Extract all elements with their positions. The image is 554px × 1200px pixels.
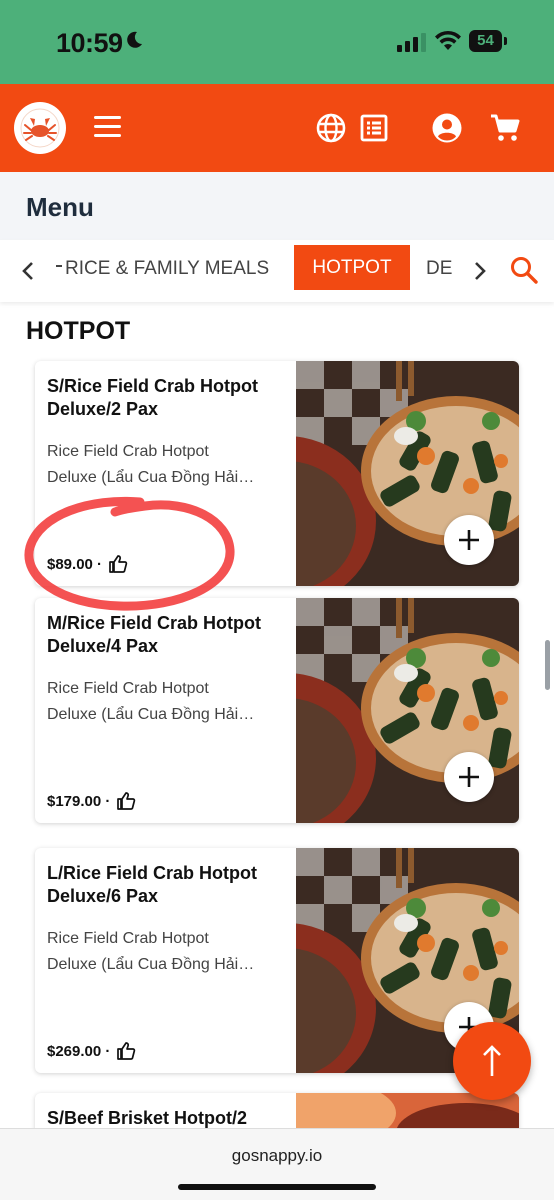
item-description-line: Deluxe (Lẩu Cua Đồng Hải… xyxy=(47,469,255,486)
wifi-icon xyxy=(435,30,461,50)
crab-logo-icon[interactable] xyxy=(14,102,66,154)
signal-icon xyxy=(397,33,426,52)
thumbs-up-icon[interactable] xyxy=(108,554,128,574)
add-to-cart-button[interactable] xyxy=(444,752,494,802)
category-tabs: RICE & FAMILY MEALS HOTPOT DE xyxy=(0,240,554,302)
plus-icon xyxy=(459,530,479,550)
item-description-line: Rice Field Crab Hotpot xyxy=(47,443,209,460)
item-name: S/Beef Brisket Hotpot/2 xyxy=(47,1108,248,1128)
url-text[interactable]: gosnappy.io xyxy=(0,1146,554,1166)
battery-indicator: 54 xyxy=(469,30,509,52)
item-description: Rice Field Crab Hotpot Deluxe (Lẩu Cua Đ… xyxy=(47,676,287,728)
globe-icon[interactable] xyxy=(315,112,347,144)
moon-icon xyxy=(127,31,142,48)
item-description: Rice Field Crab Hotpot Deluxe (Lẩu Cua Đ… xyxy=(47,926,287,978)
item-description-line: Deluxe (Lẩu Cua Đồng Hải… xyxy=(47,706,255,723)
shopping-cart-icon[interactable] xyxy=(489,112,521,144)
scroll-to-top-button[interactable] xyxy=(453,1022,531,1100)
battery-cap xyxy=(504,37,507,45)
item-description-line: Rice Field Crab Hotpot xyxy=(47,680,209,697)
item-price: $89.00 · xyxy=(47,555,103,573)
item-price: $269.00 · xyxy=(47,1042,111,1060)
item-name: S/Rice Field Crab Hotpot Deluxe/2 Pax xyxy=(47,376,259,419)
chevron-left-icon[interactable] xyxy=(18,257,38,285)
item-name: M/Rice Field Crab Hotpot Deluxe/4 Pax xyxy=(47,613,262,656)
tab-hotpot[interactable]: HOTPOT xyxy=(294,245,410,290)
browser-address-bar[interactable]: gosnappy.io xyxy=(0,1128,554,1200)
menu-item-card[interactable]: L/Rice Field Crab Hotpot Deluxe/6 Pax Ri… xyxy=(35,848,519,1073)
tab-overflow-mark xyxy=(56,264,62,267)
tab-rice-family-meals[interactable]: RICE & FAMILY MEALS xyxy=(56,258,269,280)
status-time: 10:59 xyxy=(56,28,123,58)
item-price-row: $179.00 · xyxy=(47,791,136,811)
thumbs-up-icon[interactable] xyxy=(116,791,136,811)
item-description-line: Deluxe (Lẩu Cua Đồng Hải… xyxy=(47,956,255,973)
thumbs-up-icon[interactable] xyxy=(116,1041,136,1061)
receipt-list-icon[interactable] xyxy=(358,112,390,144)
search-icon[interactable] xyxy=(509,255,539,285)
tab-desserts[interactable]: DE xyxy=(426,258,452,280)
item-description-line: Rice Field Crab Hotpot xyxy=(47,930,209,947)
plus-icon xyxy=(459,767,479,787)
home-indicator[interactable] xyxy=(178,1184,376,1190)
menu-item-card[interactable]: M/Rice Field Crab Hotpot Deluxe/4 Pax Ri… xyxy=(35,598,519,823)
item-description: Rice Field Crab Hotpot Deluxe (Lẩu Cua Đ… xyxy=(47,439,287,491)
item-price-row: $269.00 · xyxy=(47,1041,136,1061)
item-name: L/Rice Field Crab Hotpot Deluxe/6 Pax xyxy=(47,863,258,906)
app-header xyxy=(0,84,554,172)
page-title: Menu xyxy=(26,192,94,222)
status-bar: 10:59 54 xyxy=(0,0,554,84)
menu-item-card[interactable]: S/Rice Field Crab Hotpot Deluxe/2 Pax Ri… xyxy=(35,361,519,586)
arrow-up-icon xyxy=(483,1045,501,1076)
scrollbar-thumb[interactable] xyxy=(545,640,550,690)
hamburger-icon[interactable] xyxy=(94,116,121,138)
tab-label: RICE & FAMILY MEALS xyxy=(65,258,270,279)
item-price-row: $89.00 · xyxy=(47,554,128,574)
item-price: $179.00 · xyxy=(47,792,111,810)
section-title: HOTPOT xyxy=(26,317,131,345)
menu-title-bar: Menu xyxy=(0,172,554,240)
battery-level: 54 xyxy=(469,30,502,52)
add-to-cart-button[interactable] xyxy=(444,515,494,565)
chevron-right-icon[interactable] xyxy=(470,257,490,285)
account-circle-icon[interactable] xyxy=(431,112,463,144)
